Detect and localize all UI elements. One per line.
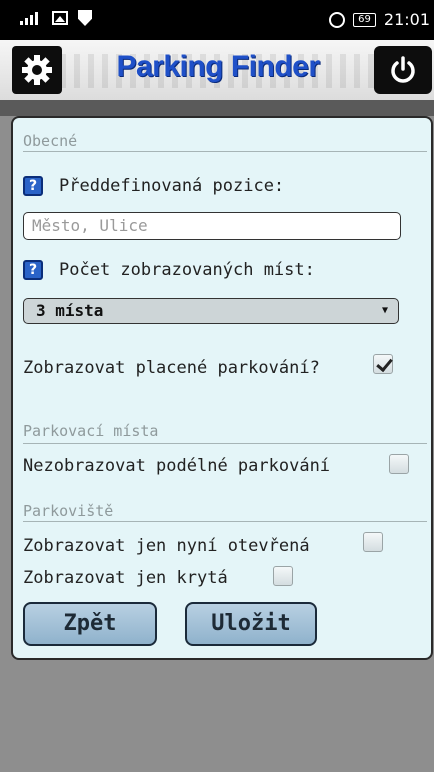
power-button[interactable] — [374, 46, 432, 94]
signal-icon — [20, 11, 42, 25]
section-title-parking-lots: Parkoviště — [23, 502, 114, 520]
section-divider — [23, 443, 427, 444]
open-now-label: Zobrazovat jen nyní otevřená — [23, 536, 310, 556]
gear-icon — [22, 55, 52, 85]
hide-parallel-label: Nezobrazovat podélné parkování — [23, 456, 331, 476]
section-title-general: Obecné — [23, 132, 78, 150]
hide-parallel-checkbox[interactable] — [389, 454, 409, 474]
power-icon — [391, 56, 415, 83]
section-divider — [23, 521, 427, 522]
help-icon[interactable]: ? — [23, 260, 43, 280]
battery-icon: 69 — [353, 12, 376, 27]
section-divider — [23, 151, 427, 152]
settings-button[interactable] — [12, 46, 62, 94]
count-label: Počet zobrazovaných míst: — [59, 260, 315, 280]
shield-icon — [78, 10, 92, 26]
clock: 21:01 — [383, 10, 430, 29]
status-bar: 69 21:01 — [0, 0, 434, 40]
app-title: Parking Finder — [116, 50, 320, 83]
paid-parking-label: Zobrazovat placené parkování? — [23, 358, 320, 378]
section-title-parking-spots: Parkovací místa — [23, 422, 159, 440]
covered-only-checkbox[interactable] — [273, 566, 293, 586]
open-now-checkbox[interactable] — [363, 532, 383, 552]
settings-panel: Obecné ? Předdefinovaná pozice: Město, U… — [11, 116, 433, 660]
help-icon[interactable]: ? — [23, 176, 43, 196]
count-select[interactable]: 3 místa ▼ — [23, 298, 399, 324]
predefined-position-label: Předdefinovaná pozice: — [59, 176, 285, 196]
count-select-value: 3 místa — [36, 301, 104, 320]
alarm-icon — [329, 11, 346, 28]
covered-only-label: Zobrazovat jen krytá — [23, 568, 228, 588]
position-input[interactable]: Město, Ulice — [23, 212, 401, 240]
image-notification-icon — [52, 11, 68, 25]
save-button[interactable]: Uložit — [185, 602, 317, 646]
paid-parking-checkbox[interactable] — [373, 354, 393, 374]
dropdown-arrow-icon: ▼ — [381, 305, 388, 316]
header-divider — [0, 100, 434, 116]
back-button[interactable]: Zpět — [23, 602, 157, 646]
